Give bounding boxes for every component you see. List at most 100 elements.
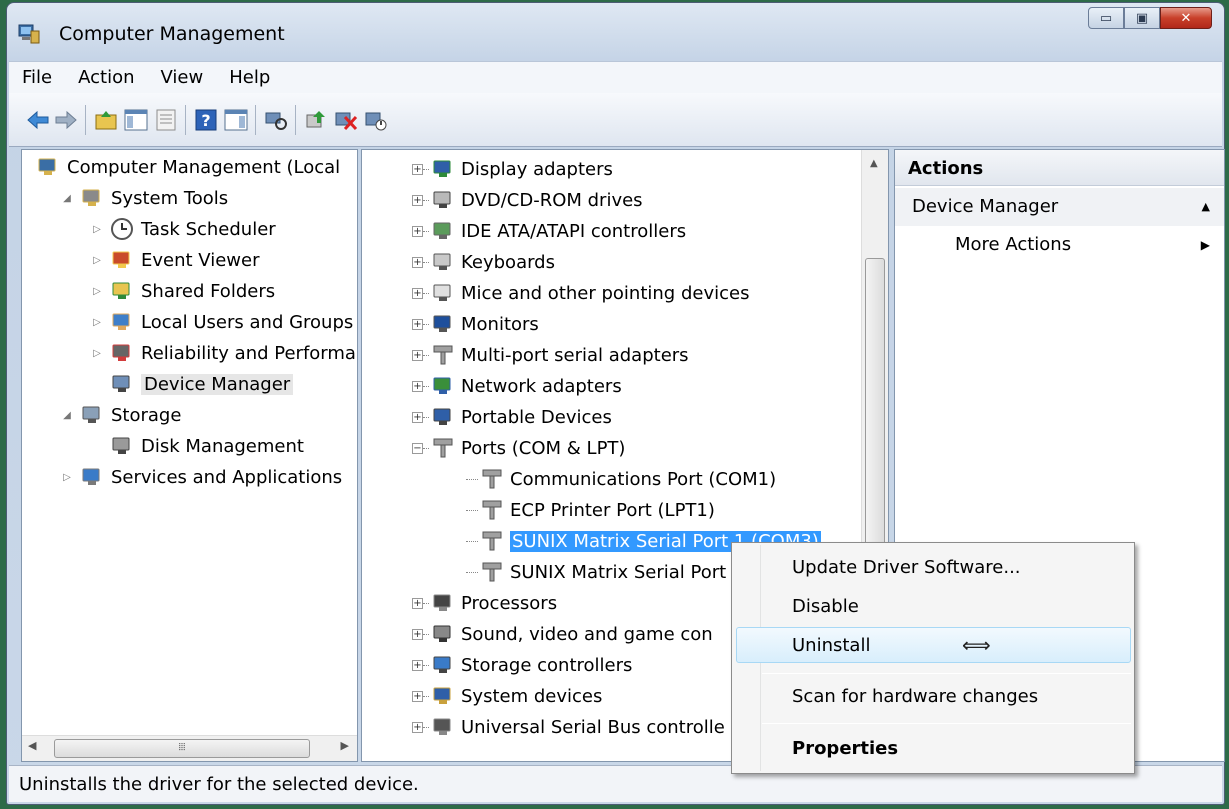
tree-item[interactable]: ▷ Event Viewer [90,245,259,275]
tree-item-label: System Tools [111,187,229,209]
device-category[interactable]: + System devices [412,681,602,711]
help-icon[interactable]: ? [193,107,219,133]
device-category[interactable]: − Ports (COM & LPT) [412,433,625,463]
device-label: Sound, video and game con [461,623,713,645]
menu-view[interactable]: View [148,62,217,94]
collapse-icon[interactable]: − [412,442,423,454]
device-category[interactable]: + Processors [412,588,557,618]
port-icon [480,560,504,584]
uninstall-device-icon[interactable] [333,107,359,133]
device-category[interactable]: + Storage controllers [412,650,632,680]
horizontal-scroll-thumb[interactable]: ⦙⦙⦙ [54,739,310,758]
expand-icon[interactable]: + [412,256,423,268]
tree-item[interactable]: Computer Management (Local [30,152,340,182]
device-category[interactable]: + Sound, video and game con [412,619,713,649]
menu-item-scan-hardware[interactable]: Scan for hardware changes [792,686,1038,707]
show-hide-tree-icon[interactable] [123,107,149,133]
device-category[interactable]: + Network adapters [412,371,622,401]
actions-section-device-manager[interactable]: Device Manager ▲ [895,188,1224,226]
tree-item[interactable]: Disk Management [90,431,304,461]
tree-item[interactable]: ▷ Shared Folders [90,276,275,306]
tree-item[interactable]: ◢ System Tools [60,183,228,213]
expand-icon[interactable]: + [412,380,423,392]
device-category[interactable]: + IDE ATA/ATAPI controllers [412,216,686,246]
device-item[interactable]: SUNIX Matrix Serial Port [466,557,726,587]
menu-file[interactable]: File [9,62,65,94]
tree-connector [466,478,478,480]
expand-icon[interactable]: + [412,690,423,702]
disk-icon [110,434,134,458]
collapsed-arrow-icon[interactable]: ▷ [90,317,104,328]
collapsed-arrow-icon[interactable]: ▷ [90,224,104,235]
menu-item-disable[interactable]: Disable [792,596,859,617]
tree-item[interactable]: ▷ Task Scheduler [90,214,276,244]
device-item[interactable]: Communications Port (COM1) [466,464,776,494]
expand-icon[interactable]: + [412,318,423,330]
tree-connector [423,726,429,728]
menu-help[interactable]: Help [216,62,283,94]
expand-icon[interactable]: + [412,628,423,640]
title-bar[interactable]: Computer Management ▭ ▣ ✕ [7,3,1224,59]
scroll-left-icon[interactable]: ◀ [28,739,36,752]
device-category[interactable]: + Keyboards [412,247,555,277]
event-viewer-icon [110,248,134,272]
port-icon [480,467,504,491]
device-category[interactable]: + Monitors [412,309,539,339]
forward-arrow-icon[interactable] [53,107,79,133]
scroll-up-icon[interactable]: ▲ [870,158,878,169]
more-actions-link[interactable]: More Actions [955,234,1071,255]
tree-item[interactable]: ▷ Reliability and Performa [90,338,356,368]
device-category[interactable]: + Multi-port serial adapters [412,340,689,370]
collapsed-arrow-icon[interactable]: ▷ [60,472,74,483]
collapse-up-icon[interactable]: ▲ [1202,188,1210,226]
tree-item[interactable]: ◢ Storage [60,400,181,430]
submenu-arrow-icon: ▶ [1200,238,1210,252]
expand-icon[interactable]: + [412,163,423,175]
tree-item-label: Disk Management [141,435,304,457]
collapsed-arrow-icon[interactable]: ▷ [90,255,104,266]
collapsed-arrow-icon[interactable]: ▷ [90,286,104,297]
menu-action[interactable]: Action [65,62,147,94]
update-driver-icon[interactable] [303,107,329,133]
menu-item-uninstall[interactable]: Uninstall [792,635,870,656]
menu-bar: File Action View Help [9,61,1222,93]
menu-item-update-driver[interactable]: Update Driver Software... [792,557,1021,578]
expand-icon[interactable]: + [412,349,423,361]
expand-icon[interactable]: + [412,225,423,237]
back-arrow-icon[interactable] [25,107,51,133]
expand-icon[interactable]: + [412,194,423,206]
tree-item[interactable]: ▷ Services and Applications [60,462,342,492]
mouse-icon [431,281,455,305]
show-action-pane-icon[interactable] [223,107,249,133]
expand-icon[interactable]: + [412,287,423,299]
horizontal-scrollbar[interactable]: ◀ ⦙⦙⦙ ▶ [22,735,357,761]
expand-icon[interactable]: + [412,411,423,423]
disable-device-icon[interactable] [363,107,389,133]
device-category[interactable]: + Mice and other pointing devices [412,278,749,308]
device-category[interactable]: + DVD/CD-ROM drives [412,185,643,215]
expand-icon[interactable]: + [412,721,423,733]
device-category[interactable]: + Universal Serial Bus controlle [412,712,725,742]
maximize-button[interactable]: ▣ [1124,7,1160,29]
properties-sheet-icon[interactable] [153,107,179,133]
minimize-button[interactable]: ▭ [1088,7,1124,29]
menu-item-properties[interactable]: Properties [792,738,898,759]
tree-item[interactable]: ▷ Local Users and Groups [90,307,353,337]
tree-item-label: Reliability and Performa [141,342,356,364]
expanded-arrow-icon[interactable]: ◢ [60,410,74,421]
expanded-arrow-icon[interactable]: ◢ [60,193,74,204]
expand-icon[interactable]: + [412,597,423,609]
device-item[interactable]: ECP Printer Port (LPT1) [466,495,715,525]
expand-icon[interactable]: + [412,659,423,671]
collapsed-arrow-icon[interactable]: ▷ [90,348,104,359]
close-button[interactable]: ✕ [1160,7,1212,29]
device-category[interactable]: + Portable Devices [412,402,612,432]
device-category[interactable]: + Display adapters [412,154,613,184]
scroll-right-icon[interactable]: ▶ [341,739,349,752]
up-folder-icon[interactable] [93,107,119,133]
device-label: Communications Port (COM1) [510,468,777,490]
console-tree-pane[interactable]: Computer Management (Local ◢ System Tools ▷… [21,149,358,762]
scan-hardware-icon[interactable] [263,107,289,133]
portable-device-icon [431,405,455,429]
tree-item[interactable]: Device Manager [90,369,294,399]
